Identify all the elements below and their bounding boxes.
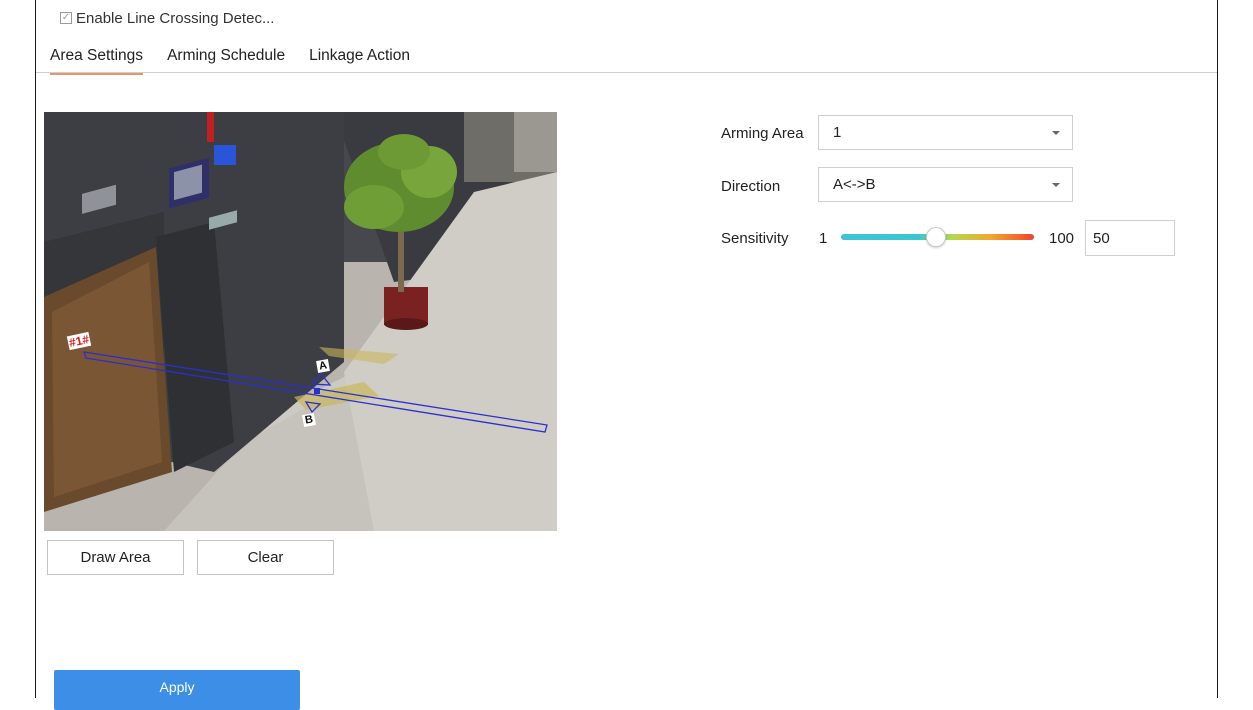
sensitivity-max-label: 100 [1049, 230, 1075, 247]
apply-button[interactable]: Apply [54, 670, 300, 710]
clear-button[interactable]: Clear [197, 540, 334, 575]
tab-divider [36, 72, 1217, 73]
tab-bar: Area Settings Arming Schedule Linkage Ac… [50, 45, 434, 75]
enable-line-crossing-row[interactable]: ✓ Enable Line Crossing Detec... [60, 8, 274, 28]
sensitivity-value-input[interactable] [1085, 220, 1175, 256]
draw-area-button[interactable]: Draw Area [47, 540, 184, 575]
chevron-down-icon [1052, 131, 1060, 135]
tab-linkage-action[interactable]: Linkage Action [309, 45, 410, 75]
sensitivity-min-label: 1 [819, 230, 828, 247]
arming-area-select[interactable]: 1 [818, 115, 1073, 150]
sensitivity-slider-thumb[interactable] [926, 227, 946, 247]
tab-area-settings[interactable]: Area Settings [50, 45, 144, 75]
arming-area-value: 1 [833, 124, 842, 141]
direction-label: Direction [721, 178, 781, 195]
chevron-down-icon [1052, 183, 1060, 187]
arming-area-label: Arming Area [721, 125, 804, 142]
point-a-label: A [316, 359, 330, 373]
camera-scene [44, 112, 557, 531]
enable-checkbox[interactable]: ✓ [60, 12, 72, 24]
direction-select[interactable]: A<->B [818, 167, 1073, 202]
point-b-label: B [302, 413, 316, 427]
sensitivity-label: Sensitivity [721, 230, 789, 247]
enable-label: Enable Line Crossing Detec... [76, 9, 275, 27]
camera-preview[interactable]: #1# A B [44, 112, 557, 531]
tab-arming-schedule[interactable]: Arming Schedule [167, 45, 285, 75]
direction-value: A<->B [833, 176, 876, 193]
